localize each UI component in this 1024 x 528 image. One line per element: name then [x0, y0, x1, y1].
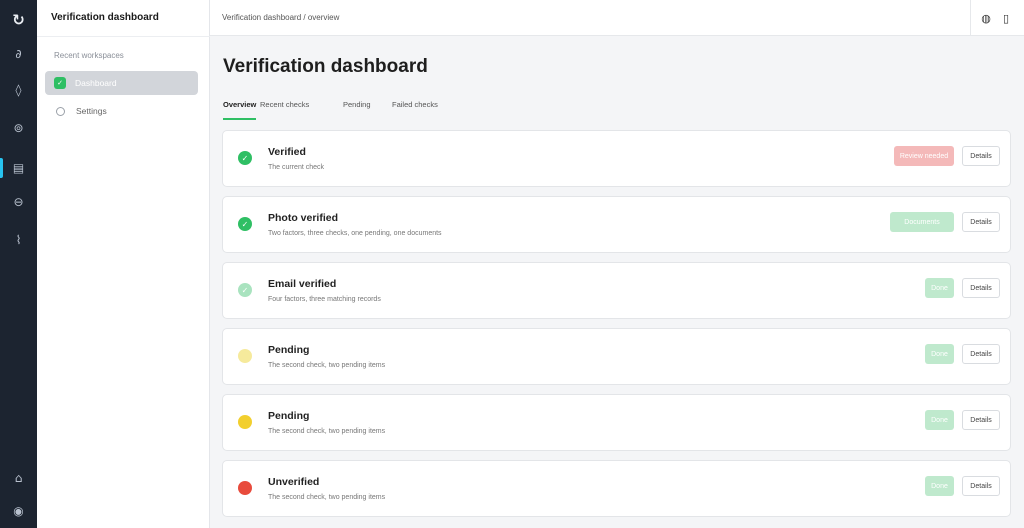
card-title: Verified: [268, 146, 306, 158]
app-rail: ↻ ∂ ◊ ⊚ ▤ ⊖ ⌇ ⌂ ◉: [0, 0, 37, 528]
pending-dot-icon: [238, 349, 252, 363]
status-badge: Done: [925, 344, 954, 364]
tab-pending[interactable]: Pending: [343, 98, 371, 120]
rail-home-icon[interactable]: ⌂: [0, 468, 37, 488]
card-subtitle: Two factors, three checks, one pending, …: [268, 230, 442, 237]
rail-nav-icon-5[interactable]: ⊖: [0, 192, 37, 212]
verification-card: Pending The second check, two pending it…: [222, 328, 1011, 385]
breadcrumb: Verification dashboard / overview: [222, 13, 340, 22]
sidebar: Verification dashboard Recent workspaces…: [37, 0, 210, 528]
rail-nav-icon-4[interactable]: ▤: [0, 158, 37, 178]
pending-dot-icon: [238, 415, 252, 429]
header-divider: [970, 0, 971, 36]
tab-recent-checks[interactable]: Recent checks: [260, 98, 309, 120]
card-subtitle: The second check, two pending items: [268, 428, 386, 435]
check-circle-icon: ✓: [238, 151, 252, 165]
check-square-icon: ✓: [54, 77, 66, 89]
rail-nav-icon-3[interactable]: ⊚: [0, 118, 37, 138]
card-subtitle: The second check, two pending items: [268, 362, 386, 369]
card-subtitle: The current check: [268, 164, 325, 171]
details-button[interactable]: Details: [962, 344, 1000, 364]
failed-dot-icon: [238, 481, 252, 495]
ring-icon: [56, 106, 65, 116]
sidebar-item-label: Dashboard: [75, 78, 117, 88]
rail-nav-icon-2[interactable]: ◊: [0, 80, 37, 100]
card-title: Pending: [268, 344, 310, 356]
tab-failed-checks[interactable]: Failed checks: [392, 98, 438, 120]
card-subtitle: The second check, two pending items: [268, 494, 386, 501]
check-circle-icon: ✓: [238, 217, 252, 231]
rail-nav-icon-6[interactable]: ⌇: [0, 230, 37, 250]
app-logo-icon[interactable]: ↻: [0, 10, 37, 30]
details-button[interactable]: Details: [962, 278, 1000, 298]
details-button[interactable]: Details: [962, 146, 1000, 166]
verification-card: Pending The second check, two pending it…: [222, 394, 1011, 451]
card-title: Unverified: [268, 476, 320, 488]
verification-card: ✓ Verified The current check Review need…: [222, 130, 1011, 187]
sidebar-item-settings[interactable]: Settings: [45, 99, 198, 123]
details-button[interactable]: Details: [962, 212, 1000, 232]
globe-icon[interactable]: ◍: [978, 10, 994, 26]
sidebar-divider: [37, 36, 210, 37]
details-button[interactable]: Details: [962, 410, 1000, 430]
status-badge: Done: [925, 476, 954, 496]
card-subtitle: Four factors, three matching records: [268, 296, 381, 303]
card-title: Email verified: [268, 278, 337, 290]
status-badge: Review needed: [894, 146, 954, 166]
check-circle-icon: ✓: [238, 283, 252, 297]
status-badge: Done: [925, 410, 954, 430]
verification-card: ✓ Photo verified Two factors, three chec…: [222, 196, 1011, 253]
status-badge: Done: [925, 278, 954, 298]
sidebar-section-label: Recent workspaces: [54, 51, 124, 60]
card-title: Photo verified: [268, 212, 339, 224]
status-badge: Documents: [890, 212, 954, 232]
sidebar-item-dashboard[interactable]: ✓ Dashboard: [45, 71, 198, 95]
sidebar-item-label: Settings: [76, 106, 107, 116]
rail-nav-icon-1[interactable]: ∂: [0, 44, 37, 64]
top-header: Verification dashboard / overview ◍ ▯: [210, 0, 1024, 36]
card-title: Pending: [268, 410, 310, 422]
page-title: Verification dashboard: [223, 56, 428, 77]
details-button[interactable]: Details: [962, 476, 1000, 496]
verification-card: ✓ Email verified Four factors, three mat…: [222, 262, 1011, 319]
verification-card: Unverified The second check, two pending…: [222, 460, 1011, 517]
rail-profile-icon[interactable]: ◉: [0, 501, 37, 521]
page-icon[interactable]: ▯: [998, 10, 1014, 26]
sidebar-title: Verification dashboard: [51, 12, 159, 23]
tab-overview[interactable]: Overview: [223, 98, 257, 120]
